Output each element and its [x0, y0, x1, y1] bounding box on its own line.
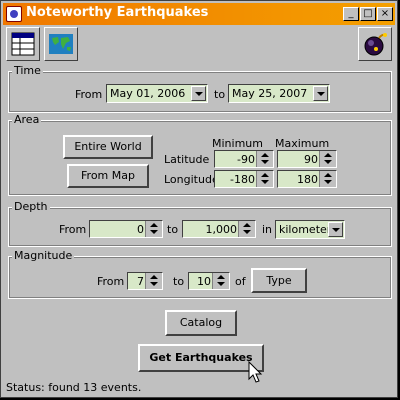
time-to-select[interactable]: May 25, 2007: [228, 84, 330, 103]
time-to-label: to: [214, 88, 226, 101]
chevron-down-icon[interactable]: [313, 86, 328, 101]
spinner-icon[interactable]: [319, 171, 336, 187]
time-group-label: Time: [12, 64, 43, 77]
spinner-icon[interactable]: [256, 171, 273, 187]
status-text: Status: found 13 events.: [6, 381, 142, 394]
quit-button[interactable]: [358, 27, 392, 61]
mouse-cursor-icon: [248, 361, 263, 383]
title-bar[interactable]: Noteworthy Earthquakes _ □ ×: [3, 3, 395, 25]
catalog-button[interactable]: Catalog: [165, 310, 237, 336]
minimize-button[interactable]: _: [343, 7, 359, 21]
world-map-icon: [49, 34, 73, 54]
table-view-button[interactable]: [6, 27, 40, 61]
longitude-max-stepper[interactable]: 180: [277, 170, 337, 188]
magnitude-of-label: of: [235, 275, 246, 288]
spinner-icon[interactable]: [212, 273, 229, 289]
from-map-button[interactable]: From Map: [67, 164, 149, 188]
spinner-icon[interactable]: [145, 273, 162, 289]
magnitude-from-value: 7: [137, 275, 144, 288]
depth-unit-select[interactable]: kilometers: [275, 220, 345, 239]
spinner-icon[interactable]: [145, 221, 162, 237]
bomb-icon: [364, 33, 387, 56]
depth-from-stepper[interactable]: 0: [89, 220, 163, 238]
depth-group-label: Depth: [12, 200, 50, 213]
latitude-max-value: 90: [304, 153, 318, 166]
longitude-max-value: 180: [297, 173, 318, 186]
magnitude-from-stepper[interactable]: 7: [127, 272, 163, 290]
time-from-value: May 01, 2006: [110, 87, 186, 100]
map-view-button[interactable]: [44, 27, 78, 61]
depth-to-stepper[interactable]: 1,000: [182, 220, 256, 238]
magnitude-to-stepper[interactable]: 10: [188, 272, 230, 290]
longitude-min-value: -180: [230, 173, 255, 186]
spinner-icon[interactable]: [238, 221, 255, 237]
longitude-label: Longitude: [164, 173, 219, 186]
area-group-label: Area: [12, 113, 42, 126]
get-earthquakes-button[interactable]: Get Earthquakes: [138, 344, 264, 372]
magnitude-from-label: From: [97, 275, 125, 288]
app-window: Noteworthy Earthquakes _ □ × Time From M…: [0, 0, 398, 398]
latitude-min-value: -90: [237, 153, 255, 166]
latitude-label: Latitude: [164, 153, 210, 166]
app-icon[interactable]: [6, 6, 22, 22]
window-title: Noteworthy Earthquakes: [26, 5, 209, 20]
depth-to-value: 1,000: [205, 223, 238, 236]
minimum-header: Minimum: [212, 137, 263, 150]
table-icon: [11, 32, 35, 56]
maximum-header: Maximum: [275, 137, 330, 150]
depth-to-label: to: [167, 223, 179, 236]
spinner-icon[interactable]: [256, 151, 273, 167]
spinner-icon[interactable]: [319, 151, 336, 167]
chevron-down-icon[interactable]: [328, 222, 343, 237]
magnitude-to-value: 10: [197, 275, 211, 288]
depth-from-label: From: [59, 223, 87, 236]
time-from-label: From: [75, 88, 103, 101]
longitude-min-stepper[interactable]: -180: [214, 170, 274, 188]
magnitude-group-label: Magnitude: [12, 249, 75, 262]
chevron-down-icon[interactable]: [191, 86, 206, 101]
time-to-value: May 25, 2007: [232, 87, 308, 100]
latitude-max-stepper[interactable]: 90: [277, 150, 337, 168]
depth-from-value: 0: [137, 223, 144, 236]
type-button[interactable]: Type: [251, 268, 307, 293]
magnitude-to-label: to: [173, 275, 185, 288]
close-button[interactable]: ×: [377, 7, 393, 21]
depth-in-label: in: [262, 223, 273, 236]
time-from-select[interactable]: May 01, 2006: [106, 84, 208, 103]
latitude-min-stepper[interactable]: -90: [214, 150, 274, 168]
maximize-button[interactable]: □: [360, 7, 376, 21]
entire-world-button[interactable]: Entire World: [63, 135, 153, 159]
